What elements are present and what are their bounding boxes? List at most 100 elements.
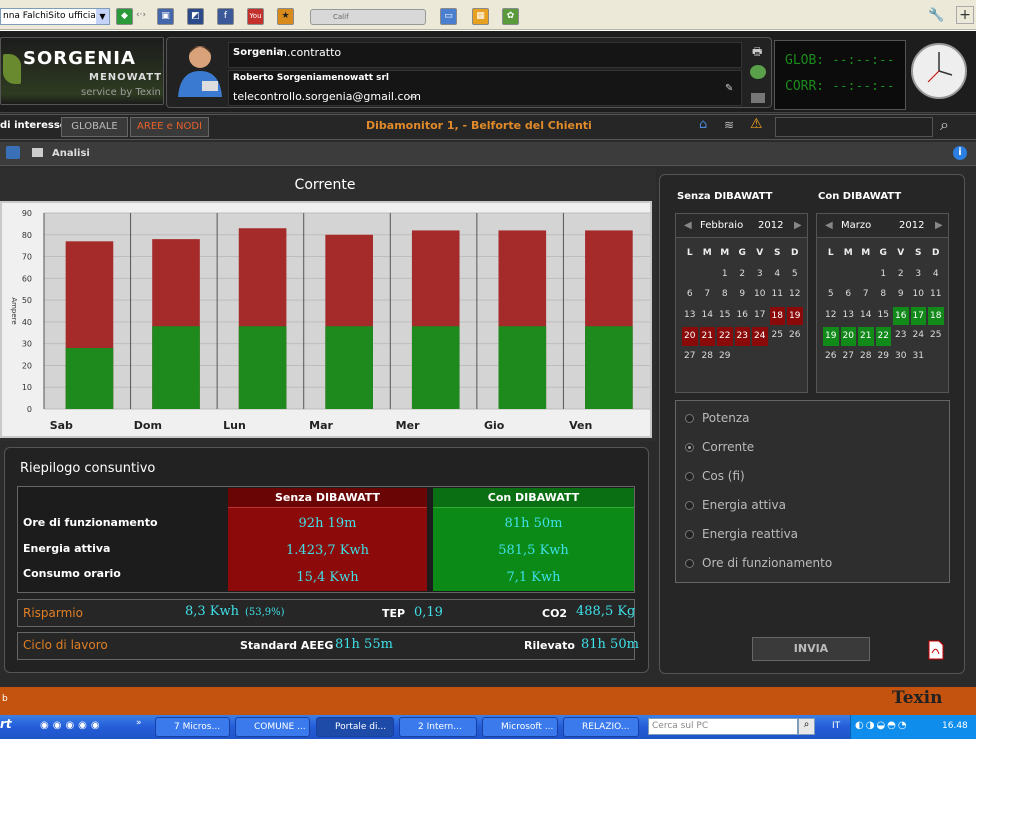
calendar-day[interactable]: 25 [769,326,787,347]
delicious-icon[interactable]: ◩ [187,8,204,25]
star-icon[interactable]: ★ [277,8,294,25]
calendar-day[interactable]: 21 [699,327,715,346]
calendar-day[interactable]: 30 [892,347,910,368]
edit-icon[interactable]: ✎ [725,83,733,94]
calendar-day[interactable]: 31 [910,347,928,368]
media-player[interactable]: Calif [310,9,426,25]
youtube-icon[interactable]: You [247,8,264,25]
users-icon[interactable] [750,65,766,79]
calendar-day[interactable]: 11 [927,285,945,306]
start-button[interactable]: rt [0,717,12,731]
pdf-icon[interactable] [927,640,945,660]
keyboard-icon[interactable] [751,93,765,103]
calendar-day[interactable]: 20 [840,327,856,346]
calendar-day[interactable]: 11 [769,285,787,306]
chevron-left-icon[interactable]: ◀ [684,220,692,231]
taskbar-search-input[interactable]: Cerca sul PC [648,718,798,735]
calendar-day[interactable]: 25 [927,326,945,347]
calendar-day[interactable]: 3 [910,265,928,286]
calendar-day[interactable]: 22 [875,327,891,346]
info-icon[interactable]: i [953,146,967,160]
calendar-day[interactable]: 10 [910,285,928,306]
calendar-day[interactable]: 12 [822,306,840,327]
task-intern[interactable]: 2 Intern... [399,717,477,737]
option-cos-fi[interactable]: Cos (fi) [685,469,745,483]
wrench-icon[interactable]: 🔧 [928,8,944,23]
task-relazio[interactable]: RELAZIO... [563,717,639,737]
calendar-day[interactable]: 28 [699,347,717,368]
calendar-day[interactable]: 24 [752,327,768,346]
calendar-day[interactable]: 14 [699,306,717,327]
calendar-day[interactable]: 13 [681,306,699,327]
calendar-day[interactable]: 18 [928,306,944,325]
calendar-day[interactable]: 19 [787,306,803,325]
task-comune[interactable]: COMUNE ... [235,717,310,737]
radio-icon[interactable] [685,472,694,481]
task-portale[interactable]: Portale di... [316,717,394,737]
chevron-right-icon[interactable]: ▶ [935,220,943,231]
calendar-day[interactable]: 19 [823,327,839,346]
radio-icon[interactable] [685,414,694,423]
option-energia-attiva[interactable]: Energia attiva [685,498,786,512]
calendar-day[interactable]: 5 [786,265,804,286]
calendar-day[interactable]: 23 [892,326,910,347]
chevron-right-icon[interactable]: ▶ [794,220,802,231]
language-indicator[interactable]: IT [832,721,840,731]
calendar-day[interactable]: 16 [893,306,909,325]
calendar-day[interactable]: 3 [751,265,769,286]
option-ore-funzionamento[interactable]: Ore di funzionamento [685,556,832,570]
chevron-left-icon[interactable]: ◀ [825,220,833,231]
print-icon[interactable]: 🖶 [752,43,762,62]
plus-icon[interactable]: + [956,6,974,24]
task-micros[interactable]: 7 Micros... [155,717,230,737]
search-icon[interactable]: ⌕ [940,115,949,135]
calendar-day[interactable]: 1 [716,265,734,286]
calendar-day[interactable]: 29 [875,347,893,368]
calendar-day[interactable]: 1 [875,265,893,286]
calendar-day[interactable]: 7 [699,285,717,306]
option-energia-reattiva[interactable]: Energia reattiva [685,527,798,541]
refresh-icon[interactable] [6,146,20,159]
calendar-day[interactable]: 27 [840,347,858,368]
calendar-day[interactable]: 8 [716,285,734,306]
calendar-day[interactable]: 6 [681,285,699,306]
calendar-day[interactable]: 13 [840,306,858,327]
radio-icon[interactable] [685,501,694,510]
calendar-day[interactable]: 29 [716,347,734,368]
calendar-day[interactable]: 15 [875,306,893,327]
calendar-day[interactable]: 22 [717,327,733,346]
calendar-day[interactable]: 17 [751,306,769,327]
radio-icon[interactable] [685,530,694,539]
calendar-day[interactable]: 9 [892,285,910,306]
calendar-day[interactable]: 26 [786,326,804,347]
calendar-day[interactable]: 10 [751,285,769,306]
calendar-day[interactable]: 2 [734,265,752,286]
quick-launch-icons[interactable]: ◉◉◉◉◉ [40,720,104,731]
option-corrente[interactable]: Corrente [685,440,754,454]
radio-icon[interactable] [685,443,694,452]
calendar-day[interactable]: 5 [822,285,840,306]
task-microsoft[interactable]: Microsoft ... [482,717,558,737]
calendar-day[interactable]: 7 [857,285,875,306]
home-icon[interactable]: ⌂ [699,117,707,132]
calendar-day[interactable]: 16 [734,306,752,327]
calendar-day[interactable]: 14 [857,306,875,327]
tab-globale[interactable]: GLOBALE [61,117,128,137]
calendar-day[interactable]: 8 [875,285,893,306]
calendar-day[interactable]: 26 [822,347,840,368]
taskbar-search-icon[interactable]: ⌕ [798,718,815,735]
calendar-day[interactable]: 18 [769,306,785,325]
calculator-icon[interactable]: ▦ [472,8,489,25]
screen-icon[interactable]: ▭ [440,8,457,25]
option-potenza[interactable]: Potenza [685,411,750,425]
calendar-day[interactable]: 15 [716,306,734,327]
double-chevron-icon[interactable]: » [136,718,142,728]
calendar-day[interactable]: 12 [786,285,804,306]
calendar-day[interactable]: 20 [682,327,698,346]
tab-aree-nodi[interactable]: AREE e NODI [130,117,209,137]
calendar-day[interactable]: 4 [927,265,945,286]
calendar-day[interactable]: 23 [734,327,750,346]
facebook-icon[interactable]: f [217,8,234,25]
save-icon[interactable]: ▣ [157,8,174,25]
calendar-day[interactable]: 27 [681,347,699,368]
